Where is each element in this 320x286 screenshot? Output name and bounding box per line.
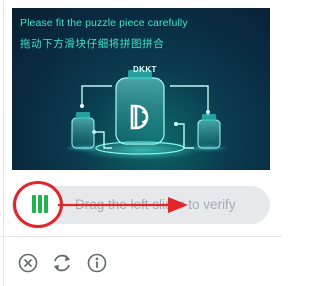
refresh-icon[interactable] — [51, 252, 73, 274]
puzzle-instruction-en: Please fit the puzzle piece carefully — [20, 17, 188, 29]
captcha-dialog: Please fit the puzzle piece carefully 拖动… — [0, 0, 282, 286]
left-border — [3, 0, 4, 286]
info-icon[interactable] — [86, 252, 108, 274]
annotation-circle — [13, 181, 63, 228]
close-icon[interactable] — [17, 252, 39, 274]
annotation-arrow — [58, 197, 188, 213]
puzzle-image: Please fit the puzzle piece carefully 拖动… — [12, 8, 270, 170]
puzzle-instruction-zh: 拖动下方滑块仔细将拼图拼合 — [20, 38, 165, 50]
brand-label: DKKT — [133, 65, 157, 74]
footer-divider — [0, 236, 282, 237]
puzzle-illustration — [64, 70, 228, 160]
